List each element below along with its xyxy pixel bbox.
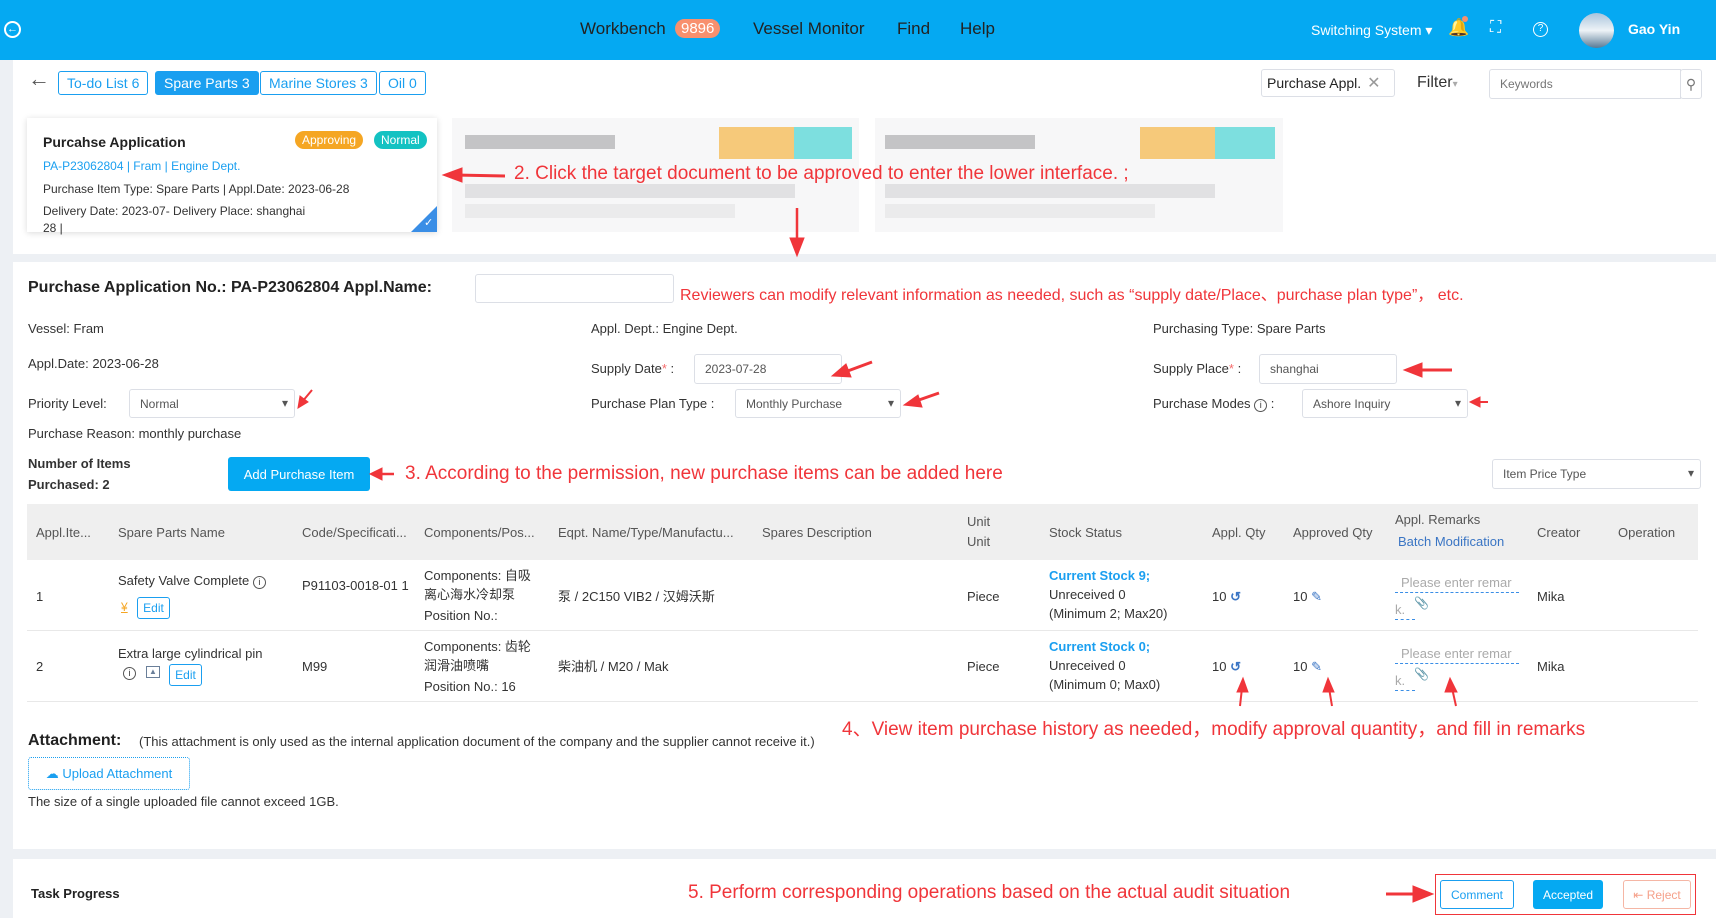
arrow-head bbox=[830, 363, 852, 378]
annotation-arrows bbox=[297, 167, 1488, 903]
arrow-head bbox=[789, 237, 805, 258]
arrow-head bbox=[902, 394, 923, 408]
arrow-head bbox=[1236, 676, 1249, 693]
arrow-supply-date bbox=[844, 360, 873, 374]
arrow-head bbox=[1322, 676, 1335, 693]
arrow-head bbox=[1444, 676, 1458, 693]
arrow-head bbox=[441, 167, 463, 183]
arrow-head bbox=[368, 467, 383, 481]
arrow-head bbox=[1402, 362, 1423, 378]
arrow-head bbox=[1412, 885, 1435, 903]
arrow-head bbox=[1468, 396, 1481, 408]
